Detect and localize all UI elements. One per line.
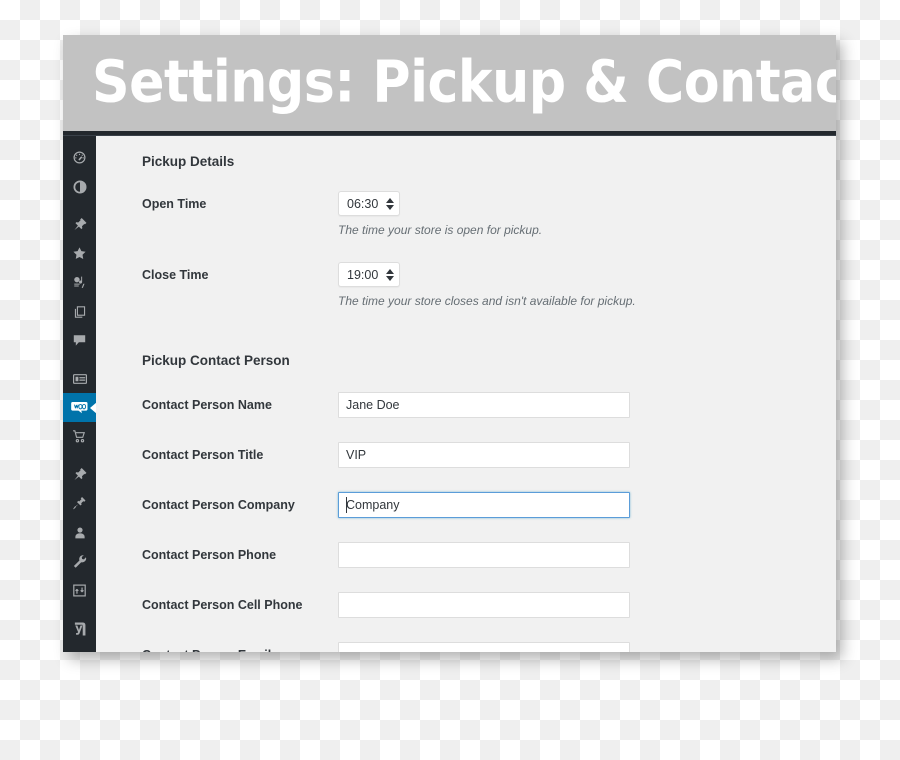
yoast-icon bbox=[72, 621, 88, 637]
input-contact-person[interactable] bbox=[338, 642, 630, 652]
field-row-contact-person: Contact Person Company bbox=[142, 492, 836, 518]
user-icon bbox=[73, 526, 87, 540]
label-open-time: Open Time bbox=[142, 197, 207, 211]
sidebar-item-updates[interactable] bbox=[63, 172, 96, 201]
label-contact-person: Contact Person Title bbox=[142, 448, 264, 462]
control-contact-person bbox=[338, 442, 836, 468]
sidebar-item-favorites[interactable] bbox=[63, 239, 96, 268]
open-time-value: 06:30 bbox=[347, 196, 379, 211]
help-close-time: The time your store closes and isn't ava… bbox=[338, 294, 636, 308]
field-row-contact-person: Contact Person Email bbox=[142, 642, 836, 652]
media-icon bbox=[72, 275, 87, 290]
field-row-contact-person: Contact Person Name bbox=[142, 392, 836, 418]
sidebar-item-dashboard[interactable] bbox=[63, 143, 96, 172]
control-contact-person bbox=[338, 492, 836, 518]
label-close-time: Close Time bbox=[142, 268, 209, 282]
pages-icon bbox=[73, 305, 87, 319]
admin-sidebar bbox=[63, 136, 97, 652]
label-contact-person: Contact Person Phone bbox=[142, 548, 277, 562]
label-contact-person: Contact Person Company bbox=[142, 498, 295, 512]
star-icon bbox=[72, 246, 87, 261]
cart-icon bbox=[72, 429, 87, 444]
input-contact-person[interactable] bbox=[338, 592, 630, 618]
control-contact-person bbox=[338, 592, 836, 618]
close-time-value: 19:00 bbox=[347, 267, 379, 282]
sidebar-item-plugins[interactable] bbox=[63, 489, 96, 518]
pin-alt-icon bbox=[72, 467, 87, 482]
sidebar-item-yoast-seo[interactable] bbox=[63, 614, 96, 643]
open-time-select[interactable]: 06:30 bbox=[338, 191, 401, 216]
field-row-contact-person: Contact Person Title bbox=[142, 442, 836, 468]
updates-icon bbox=[72, 179, 87, 194]
wrench-icon bbox=[72, 554, 87, 569]
field-row-contact-person: Contact Person Cell Phone bbox=[142, 592, 836, 618]
control-close-time: 19:00 The time your store closes and isn… bbox=[338, 262, 836, 309]
window-body: Pickup Details Open Time 06:30 The time … bbox=[63, 136, 836, 652]
label-contact-person: Contact Person Email bbox=[142, 642, 338, 652]
sidebar-item-tools[interactable] bbox=[63, 547, 96, 576]
sidebar-item-pages[interactable] bbox=[63, 297, 96, 326]
field-row-open-time: Open Time 06:30 The time your store is o… bbox=[142, 191, 836, 238]
sidebar-item-comments[interactable] bbox=[63, 326, 96, 355]
label-contact-person: Contact Person Name bbox=[142, 398, 272, 412]
control-contact-person bbox=[338, 642, 836, 652]
control-open-time: 06:30 The time your store is open for pi… bbox=[338, 191, 836, 238]
control-contact-person bbox=[338, 392, 836, 418]
sidebar-item-products[interactable] bbox=[63, 422, 96, 451]
settings-content-panel: Pickup Details Open Time 06:30 The time … bbox=[96, 136, 836, 652]
plugin-icon bbox=[72, 496, 87, 511]
sidebar-item-media[interactable] bbox=[63, 268, 96, 297]
sidebar-item-forms[interactable] bbox=[63, 364, 96, 393]
text-caret bbox=[346, 497, 347, 513]
input-contact-person[interactable] bbox=[338, 392, 630, 418]
section-heading-pickup-contact-person: Pickup Contact Person bbox=[142, 353, 290, 368]
sidebar-item-users[interactable] bbox=[63, 518, 96, 547]
pin-icon bbox=[72, 217, 87, 232]
spinner-arrows-icon[interactable] bbox=[386, 268, 395, 281]
help-open-time: The time your store is open for pickup. bbox=[338, 223, 543, 237]
contact-fields-group: Contact Person Name Contact Person Title C… bbox=[96, 392, 836, 652]
comments-icon bbox=[72, 333, 87, 348]
woocommerce-icon bbox=[71, 399, 88, 416]
input-contact-person[interactable] bbox=[338, 442, 630, 468]
input-contact-person[interactable] bbox=[338, 542, 630, 568]
sidebar-item-woocommerce[interactable] bbox=[63, 393, 97, 422]
sidebar-item-marketing[interactable] bbox=[63, 460, 96, 489]
page-title: Settings: Pickup & Contact bbox=[92, 47, 836, 116]
dashboard-icon bbox=[72, 150, 87, 165]
spinner-arrows-icon[interactable] bbox=[386, 197, 395, 210]
input-contact-person[interactable] bbox=[338, 492, 630, 518]
section-heading-pickup-details: Pickup Details bbox=[142, 154, 235, 169]
window-title-bar: Settings: Pickup & Contact bbox=[63, 35, 836, 131]
settings-window: Settings: Pickup & Contact Pickup Detail… bbox=[63, 35, 836, 652]
field-row-close-time: Close Time 19:00 The time your store clo… bbox=[142, 262, 836, 309]
sidebar-item-posts[interactable] bbox=[63, 210, 96, 239]
analytics-icon bbox=[72, 583, 87, 598]
label-contact-person: Contact Person Cell Phone bbox=[142, 598, 303, 612]
field-row-contact-person: Contact Person Phone bbox=[142, 542, 836, 568]
close-time-select[interactable]: 19:00 bbox=[338, 262, 401, 287]
control-contact-person bbox=[338, 542, 836, 568]
forms-icon bbox=[72, 371, 88, 387]
sidebar-item-analytics[interactable] bbox=[63, 576, 96, 605]
